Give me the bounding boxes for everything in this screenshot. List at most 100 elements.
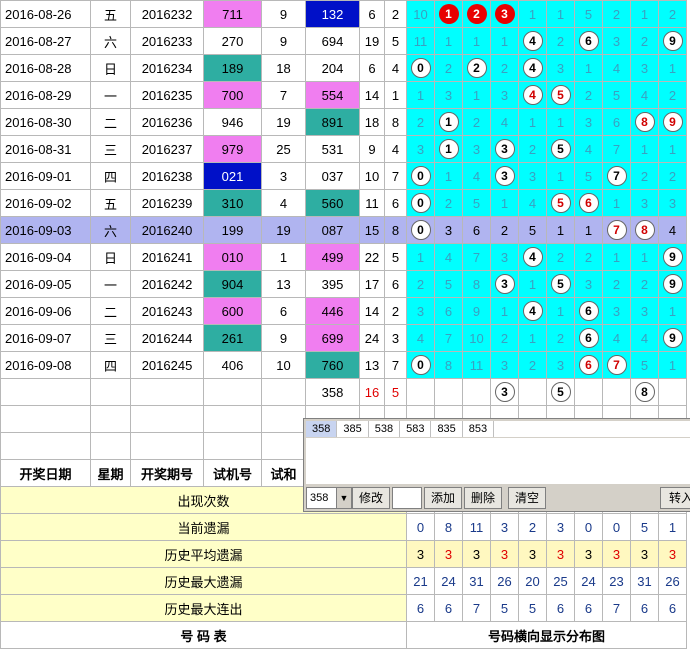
number-input[interactable] xyxy=(392,487,422,509)
number-ball: 5 xyxy=(550,382,571,402)
distribution-cell: 3 xyxy=(462,135,491,163)
stat-value: 6 xyxy=(434,594,463,622)
value-cell: 6 xyxy=(384,189,407,217)
distribution-cell: 3 xyxy=(630,54,659,82)
distribution-cell: 1 xyxy=(546,108,575,136)
empty-cell xyxy=(261,378,306,406)
number-tab[interactable]: 835 xyxy=(431,421,463,437)
clear-button[interactable]: 清空 xyxy=(508,487,546,509)
stat-row: 历史最大遗漏 21 24 31 26 20 25 24 23 31 26 xyxy=(0,567,687,595)
issue-cell: 2016236 xyxy=(130,108,204,136)
number-ball: 3 xyxy=(494,4,515,24)
next-ball-cell xyxy=(518,378,547,406)
stat-value: 7 xyxy=(602,594,631,622)
distribution-cell: 5 xyxy=(630,351,659,379)
stat-value: 24 xyxy=(574,567,603,595)
span-cell: 13 xyxy=(359,351,385,379)
distribution-cell: 2 xyxy=(658,162,687,190)
distribution-cell: 2 xyxy=(630,27,659,55)
add-button[interactable]: 添加 xyxy=(424,487,462,509)
distribution-cell: 1 xyxy=(546,216,575,244)
distribution-cell: 5 xyxy=(546,135,575,163)
distribution-cell: 2 xyxy=(630,270,659,298)
distribution-cell: 7 xyxy=(434,324,463,352)
chevron-down-icon[interactable]: ▼ xyxy=(336,488,351,508)
distribution-cell: 3 xyxy=(406,135,435,163)
number-tab[interactable]: 583 xyxy=(400,421,432,437)
date-cell: 2016-09-05 xyxy=(0,270,91,298)
footer-right-title: 号码横向显示分布图 xyxy=(406,621,687,649)
issue-cell: 2016239 xyxy=(130,189,204,217)
test-sum-cell: 7 xyxy=(261,81,306,109)
value-cell: 2 xyxy=(384,297,407,325)
distribution-cell: 1 xyxy=(518,108,547,136)
issue-cell: 2016243 xyxy=(130,297,204,325)
number-ball: 3 xyxy=(494,166,515,186)
test-number-cell: 310 xyxy=(203,189,262,217)
distribution-cell: 1 xyxy=(434,135,463,163)
stat-value: 6 xyxy=(546,594,575,622)
value-cell: 6 xyxy=(384,270,407,298)
weekday-cell: 四 xyxy=(90,351,131,379)
draw-number-cell: 699 xyxy=(305,324,360,352)
number-tab[interactable]: 538 xyxy=(369,421,401,437)
distribution-cell: 3 xyxy=(490,162,519,190)
number-tabs: 358 385 538 583 835 853 xyxy=(306,421,690,437)
transfer-button[interactable]: 转入 xyxy=(660,487,690,509)
test-sum-cell: 13 xyxy=(261,270,306,298)
number-select[interactable]: 358 ▼ xyxy=(306,487,352,509)
date-cell: 2016-08-29 xyxy=(0,81,91,109)
distribution-cell: 7 xyxy=(462,243,491,271)
number-tab[interactable]: 358 xyxy=(306,421,338,437)
number-tab[interactable]: 853 xyxy=(463,421,495,437)
test-number-cell: 946 xyxy=(203,108,262,136)
stat-value: 20 xyxy=(518,567,547,595)
draw-number-cell: 760 xyxy=(305,351,360,379)
stat-value: 26 xyxy=(658,567,687,595)
next-ball-cell xyxy=(434,378,463,406)
number-ball: 4 xyxy=(522,247,543,267)
distribution-cell: 1 xyxy=(574,216,603,244)
edit-button[interactable]: 修改 xyxy=(352,487,390,509)
distribution-cell: 6 xyxy=(574,297,603,325)
distribution-cell: 6 xyxy=(602,108,631,136)
table-row: 2016-08-31 三 2016237 979 25 531 9 4 3 1 3 3 2 5 4 7 1 1 xyxy=(0,135,687,163)
number-ball: 0 xyxy=(410,193,431,213)
next-ball-cell: 8 xyxy=(630,378,659,406)
distribution-cell: 9 xyxy=(658,27,687,55)
distribution-cell: 4 xyxy=(630,324,659,352)
test-sum-cell: 6 xyxy=(261,297,306,325)
distribution-cell: 5 xyxy=(546,270,575,298)
distribution-cell: 2 xyxy=(434,189,463,217)
stat-value: 5 xyxy=(490,594,519,622)
stat-value: 3 xyxy=(630,540,659,568)
distribution-cell: 1 xyxy=(490,189,519,217)
number-ball: 6 xyxy=(578,31,599,51)
distribution-cell: 1 xyxy=(630,243,659,271)
distribution-cell: 11 xyxy=(406,27,435,55)
distribution-cell: 2 xyxy=(518,351,547,379)
number-tab[interactable]: 385 xyxy=(337,421,369,437)
weekday-cell: 三 xyxy=(90,324,131,352)
distribution-cell: 4 xyxy=(434,243,463,271)
issue-cell: 2016232 xyxy=(130,0,204,28)
number-ball: 6 xyxy=(578,355,599,375)
distribution-cell: 5 xyxy=(546,189,575,217)
date-cell: 2016-08-28 xyxy=(0,54,91,82)
stat-value: 3 xyxy=(546,513,575,541)
draw-number-cell: 395 xyxy=(305,270,360,298)
distribution-cell: 3 xyxy=(406,297,435,325)
stat-value: 23 xyxy=(602,567,631,595)
distribution-cell: 4 xyxy=(630,81,659,109)
stat-value: 2 xyxy=(518,513,547,541)
distribution-cell: 2 xyxy=(490,54,519,82)
distribution-cell: 2 xyxy=(406,270,435,298)
number-ball: 1 xyxy=(438,4,459,24)
test-number-cell: 979 xyxy=(203,135,262,163)
number-ball: 7 xyxy=(606,166,627,186)
delete-button[interactable]: 删除 xyxy=(464,487,502,509)
empty-cell xyxy=(261,405,306,433)
test-number-cell: 261 xyxy=(203,324,262,352)
span-cell: 17 xyxy=(359,270,385,298)
distribution-cell: 4 xyxy=(462,162,491,190)
